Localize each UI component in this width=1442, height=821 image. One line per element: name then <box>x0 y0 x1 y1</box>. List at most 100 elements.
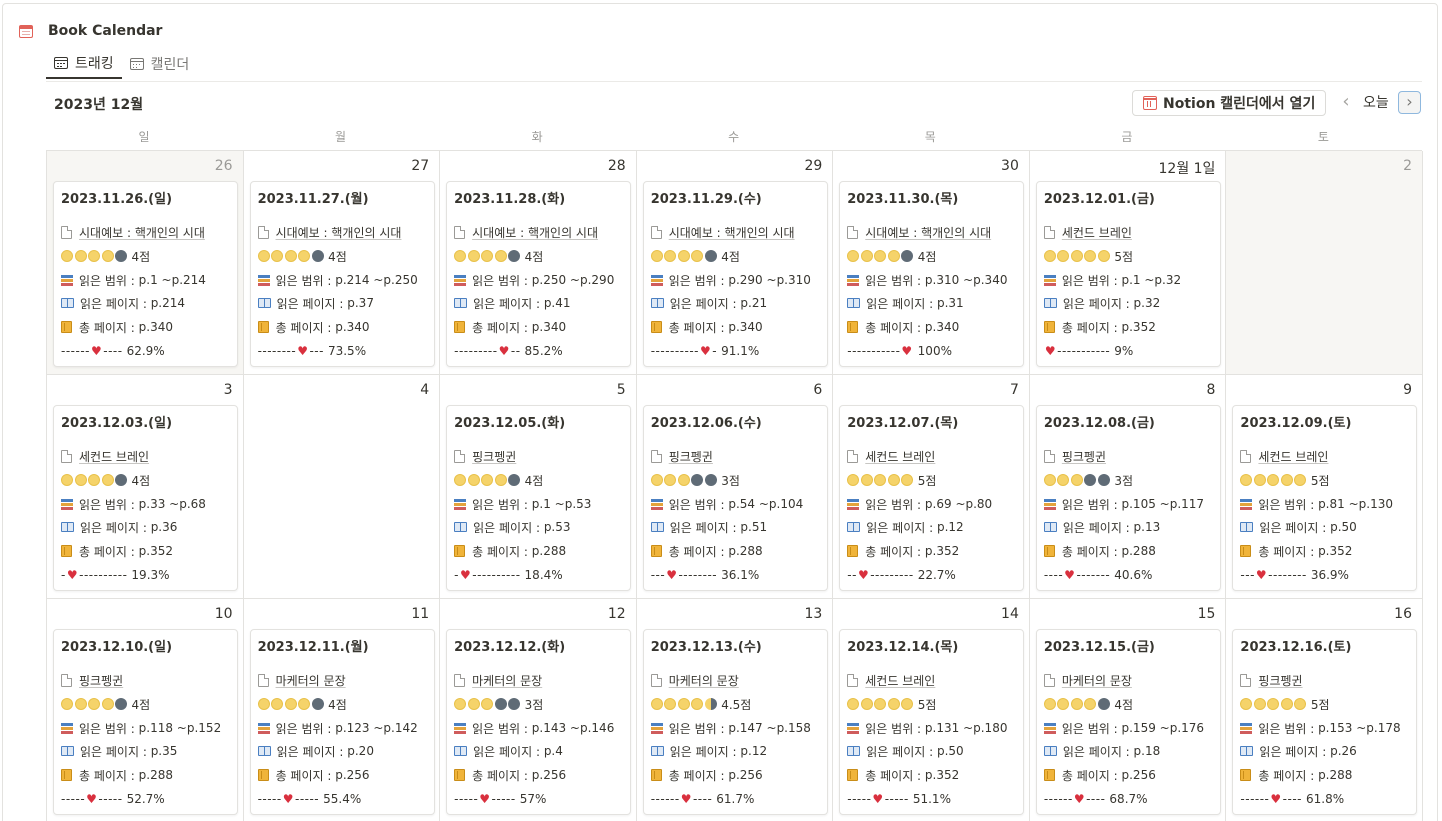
entry-card[interactable]: 2023.12.03.(일) 세컨드 브레인 4점 읽은 범위 : p.33 ~p.6… <box>53 405 238 591</box>
book-name[interactable]: 핑크펭귄 <box>1258 672 1302 689</box>
entry-card[interactable]: 2023.12.05.(화) 핑크펭귄 4점 읽은 범위 : p.1 ~p.53 읽은 … <box>446 405 632 591</box>
yellow-circle-icon <box>677 474 690 486</box>
book-relation[interactable]: 시대예보 : 핵개인의 시대 <box>454 224 598 240</box>
day-cell[interactable]: 30 2023.11.30.(목) 시대예보 : 핵개인의 시대 4점 읽은 범위 : … <box>833 151 1030 375</box>
entry-card[interactable]: 2023.12.09.(토) 세컨드 브레인 5점 읽은 범위 : p.81 ~p.1… <box>1232 405 1418 591</box>
book-relation[interactable]: 핑크펭귄 <box>454 448 516 464</box>
read-range: 읽은 범위 : p.54 ~p.104 <box>650 496 803 512</box>
open-in-notion-calendar-button[interactable]: Notion 캘린더에서 열기 <box>1132 90 1327 116</box>
book-relation[interactable]: 마케터의 문장 <box>1043 672 1132 689</box>
read-range-label: 읽은 범위 : <box>1061 497 1122 512</box>
book-relation[interactable]: 세컨드 브레인 <box>847 672 935 688</box>
book-name[interactable]: 핑크펭귄 <box>669 448 713 465</box>
book-name[interactable]: 세컨드 브레인 <box>1062 224 1132 241</box>
day-cell[interactable]: 10 2023.12.10.(일) 핑크펭귄 4점 읽은 범위 : p.118 ~p.1… <box>47 599 244 821</box>
page-icon <box>650 673 662 687</box>
today-button[interactable]: 오늘 <box>1363 93 1389 113</box>
day-cell[interactable]: 7 2023.12.07.(목) 세컨드 브레인 5점 읽은 범위 : p.69 ~p.… <box>833 375 1030 599</box>
book-name[interactable]: 시대예보 : 핵개인의 시대 <box>669 224 795 241</box>
book-relation[interactable]: 세컨드 브레인 <box>61 448 149 464</box>
entry-card[interactable]: 2023.12.08.(금) 핑크펭귄 3점 읽은 범위 : p.105 ~p.117… <box>1035 405 1221 591</box>
book-name[interactable]: 시대예보 : 핵개인의 시대 <box>79 224 205 241</box>
book-relation[interactable]: 세컨드 브레인 <box>1240 448 1328 464</box>
book-name[interactable]: 핑크펭귄 <box>472 448 516 465</box>
book-relation[interactable]: 세컨드 브레인 <box>1043 224 1132 241</box>
chevron-left-icon[interactable]: ‹ <box>1336 93 1356 113</box>
pages-read-value: p.31 <box>936 296 964 310</box>
day-cell[interactable]: 14 2023.12.14.(목) 세컨드 브레인 5점 읽은 범위 : p.131 ~… <box>833 599 1030 821</box>
entry-card[interactable]: 2023.12.16.(토) 핑크펭귄 5점 읽은 범위 : p.153 ~p.178… <box>1232 629 1418 815</box>
book-name[interactable]: 마케터의 문장 <box>669 672 739 689</box>
rating-score: 4점 <box>131 697 151 712</box>
day-cell[interactable]: 28 2023.11.28.(화) 시대예보 : 핵개인의 시대 4점 읽은 범위 : … <box>440 151 637 375</box>
day-cell[interactable]: 15 2023.12.15.(금) 마케터의 문장 4점 읽은 범위 : p.159 ~… <box>1029 599 1227 821</box>
book-name[interactable]: 핑크펭귄 <box>1062 448 1106 465</box>
entry-card[interactable]: 2023.12.12.(화) 마케터의 문장 3점 읽은 범위 : p.143 ~p.… <box>446 629 632 815</box>
database-title[interactable]: Book Calendar <box>48 23 162 39</box>
day-cell[interactable]: 4 <box>243 375 441 599</box>
entry-card[interactable]: 2023.12.01.(금) 세컨드 브레인 5점 읽은 범위 : p.1 ~p.32… <box>1035 181 1221 367</box>
book-relation[interactable]: 시대예보 : 핵개인의 시대 <box>61 224 205 240</box>
book-name[interactable]: 시대예보 : 핵개인의 시대 <box>276 224 402 241</box>
entry-card[interactable]: 2023.12.06.(수) 핑크펭귄 3점 읽은 범위 : p.54 ~p.104 읽… <box>642 405 828 591</box>
pages-read-value: p.4 <box>543 744 563 758</box>
book-relation[interactable]: 핑크펭귄 <box>1240 672 1303 689</box>
day-cell[interactable]: 9 2023.12.09.(토) 세컨드 브레인 5점 읽은 범위 : p.81 ~p.… <box>1226 375 1423 599</box>
book-relation[interactable]: 세컨드 브레인 <box>847 448 935 464</box>
day-cell[interactable]: 29 2023.11.29.(수) 시대예보 : 핵개인의 시대 4점 읽은 범위 : … <box>636 151 834 375</box>
entry-card[interactable]: 2023.12.11.(월) 마케터의 문장 4점 읽은 범위 : p.123 ~p.… <box>249 629 435 815</box>
book-name[interactable]: 마케터의 문장 <box>276 672 346 689</box>
day-cell[interactable]: 27 2023.11.27.(월) 시대예보 : 핵개인의 시대 4점 읽은 범위 : … <box>243 151 441 375</box>
tab-tracking[interactable]: 트래킹 <box>46 48 122 79</box>
chevron-right-icon[interactable]: › <box>1398 91 1421 114</box>
entry-card[interactable]: 2023.12.07.(목) 세컨드 브레인 5점 읽은 범위 : p.69 ~p.8… <box>839 405 1025 591</box>
book-relation[interactable]: 마케터의 문장 <box>257 672 346 689</box>
page-icon <box>847 225 859 239</box>
rating-score: 4점 <box>721 249 740 264</box>
book-relation[interactable]: 시대예보 : 핵개인의 시대 <box>847 224 991 240</box>
day-cell[interactable]: 5 2023.12.05.(화) 핑크펭귄 4점 읽은 범위 : p.1 ~p.53 읽은… <box>440 375 637 599</box>
entry-card[interactable]: 2023.11.27.(월) 시대예보 : 핵개인의 시대 4점 읽은 범위 : p.… <box>249 181 435 367</box>
progress-percent: 52.7% <box>126 792 165 806</box>
day-cell[interactable]: 6 2023.12.06.(수) 핑크펭귄 3점 읽은 범위 : p.54 ~p.104… <box>636 375 834 599</box>
book-name[interactable]: 시대예보 : 핵개인의 시대 <box>865 224 991 241</box>
day-cell[interactable]: 12 2023.12.12.(화) 마케터의 문장 3점 읽은 범위 : p.143 ~… <box>440 599 637 821</box>
book-name[interactable]: 세컨드 브레인 <box>865 448 935 465</box>
entry-card[interactable]: 2023.12.15.(금) 마케터의 문장 4점 읽은 범위 : p.159 ~p.… <box>1035 629 1221 815</box>
entry-card[interactable]: 2023.12.13.(수) 마케터의 문장 4.5점 읽은 범위 : p.147 ~… <box>642 629 828 815</box>
book-name[interactable]: 세컨드 브레인 <box>1258 448 1328 465</box>
book-relation[interactable]: 시대예보 : 핵개인의 시대 <box>257 224 402 241</box>
day-cell[interactable]: 26 2023.11.26.(일) 시대예보 : 핵개인의 시대 4점 읽은 범위 : … <box>47 151 244 375</box>
day-cell[interactable]: 12월 1일 2023.12.01.(금) 세컨드 브레인 5점 읽은 범위 : p.1… <box>1029 151 1227 375</box>
rating-score: 4점 <box>131 249 151 264</box>
entry-card[interactable]: 2023.12.10.(일) 핑크펭귄 4점 읽은 범위 : p.118 ~p.152… <box>53 629 238 815</box>
day-cell[interactable]: 13 2023.12.13.(수) 마케터의 문장 4.5점 읽은 범위 : p.147… <box>636 599 834 821</box>
book-name[interactable]: 마케터의 문장 <box>472 672 542 689</box>
book-name[interactable]: 핑크펭귄 <box>79 672 123 689</box>
entry-card[interactable]: 2023.12.14.(목) 세컨드 브레인 5점 읽은 범위 : p.131 ~p.… <box>839 629 1025 815</box>
book-name[interactable]: 세컨드 브레인 <box>865 672 935 689</box>
day-cell[interactable]: 3 2023.12.03.(일) 세컨드 브레인 4점 읽은 범위 : p.33 ~p.… <box>47 375 244 599</box>
total-pages-label: 총 페이지 : <box>668 544 729 559</box>
book-relation[interactable]: 시대예보 : 핵개인의 시대 <box>650 224 795 241</box>
book-name[interactable]: 세컨드 브레인 <box>79 448 149 465</box>
book-relation[interactable]: 핑크펭귄 <box>61 672 123 688</box>
book-relation[interactable]: 마케터의 문장 <box>650 672 739 689</box>
day-cell[interactable]: 8 2023.12.08.(금) 핑크펭귄 3점 읽은 범위 : p.105 ~p.11… <box>1029 375 1227 599</box>
book-relation[interactable]: 핑크펭귄 <box>1043 448 1106 465</box>
pages-read: 읽은 페이지 : p.4 <box>454 743 563 759</box>
book-relation[interactable]: 핑크펭귄 <box>650 448 713 465</box>
day-cell[interactable]: 11 2023.12.11.(월) 마케터의 문장 4점 읽은 범위 : p.123 ~… <box>243 599 441 821</box>
book-name[interactable]: 시대예보 : 핵개인의 시대 <box>472 224 598 241</box>
entry-card[interactable]: 2023.11.30.(목) 시대예보 : 핵개인의 시대 4점 읽은 범위 : p.… <box>839 181 1025 367</box>
pages-read-label: 읽은 페이지 : <box>1259 744 1331 759</box>
entry-card[interactable]: 2023.11.26.(일) 시대예보 : 핵개인의 시대 4점 읽은 범위 : p.… <box>53 181 238 367</box>
day-cell[interactable]: 16 2023.12.16.(토) 핑크펭귄 5점 읽은 범위 : p.153 ~p.1… <box>1226 599 1423 821</box>
book-relation[interactable]: 마케터의 문장 <box>454 672 542 688</box>
gray-circle-icon <box>704 250 717 262</box>
book-name[interactable]: 마케터의 문장 <box>1062 672 1132 689</box>
tab-calendar[interactable]: 캘린더 <box>122 48 198 79</box>
day-cell[interactable]: 2 <box>1226 151 1423 375</box>
entry-card[interactable]: 2023.11.29.(수) 시대예보 : 핵개인의 시대 4점 읽은 범위 : p.… <box>642 181 828 367</box>
entry-card[interactable]: 2023.11.28.(화) 시대예보 : 핵개인의 시대 4점 읽은 범위 : p.… <box>446 181 632 367</box>
